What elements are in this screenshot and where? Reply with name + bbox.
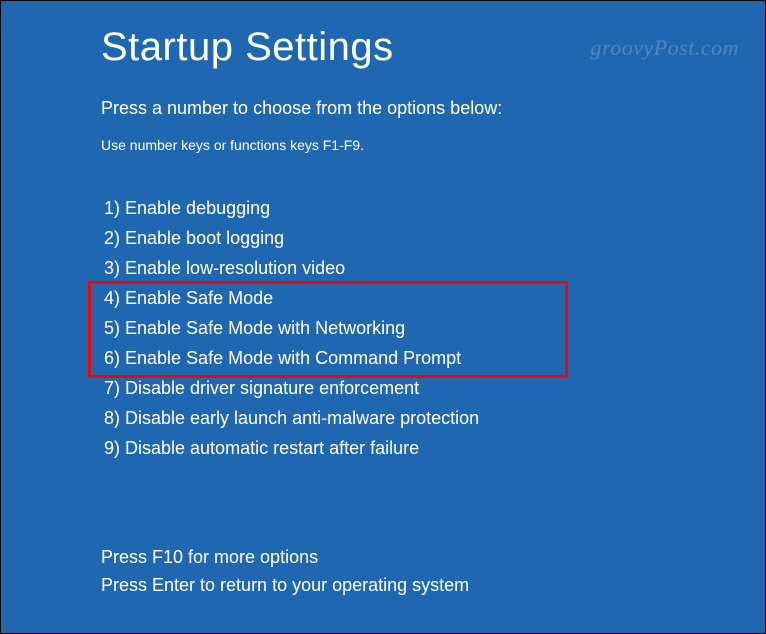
- footer-more-options: Press F10 for more options: [101, 543, 469, 571]
- startup-settings-screen: Startup Settings Press a number to choos…: [1, 1, 765, 463]
- option-enable-safe-mode-networking[interactable]: 5) Enable Safe Mode with Networking: [101, 313, 665, 343]
- option-enable-safe-mode[interactable]: 4) Enable Safe Mode: [101, 283, 665, 313]
- option-disable-driver-signature[interactable]: 7) Disable driver signature enforcement: [101, 373, 665, 403]
- option-enable-debugging[interactable]: 1) Enable debugging: [101, 193, 665, 223]
- watermark-text: groovyPost.com: [590, 35, 739, 61]
- option-enable-safe-mode-cmd[interactable]: 6) Enable Safe Mode with Command Prompt: [101, 343, 665, 373]
- option-disable-auto-restart[interactable]: 9) Disable automatic restart after failu…: [101, 433, 665, 463]
- instruction-text: Press a number to choose from the option…: [101, 98, 665, 119]
- options-list: 1) Enable debugging 2) Enable boot loggi…: [101, 193, 665, 463]
- option-disable-anti-malware[interactable]: 8) Disable early launch anti-malware pro…: [101, 403, 665, 433]
- option-enable-boot-logging[interactable]: 2) Enable boot logging: [101, 223, 665, 253]
- hint-text: Use number keys or functions keys F1-F9.: [101, 137, 665, 153]
- footer: Press F10 for more options Press Enter t…: [101, 543, 469, 599]
- footer-return: Press Enter to return to your operating …: [101, 571, 469, 599]
- page-title: Startup Settings: [101, 25, 665, 70]
- option-enable-low-res-video[interactable]: 3) Enable low-resolution video: [101, 253, 665, 283]
